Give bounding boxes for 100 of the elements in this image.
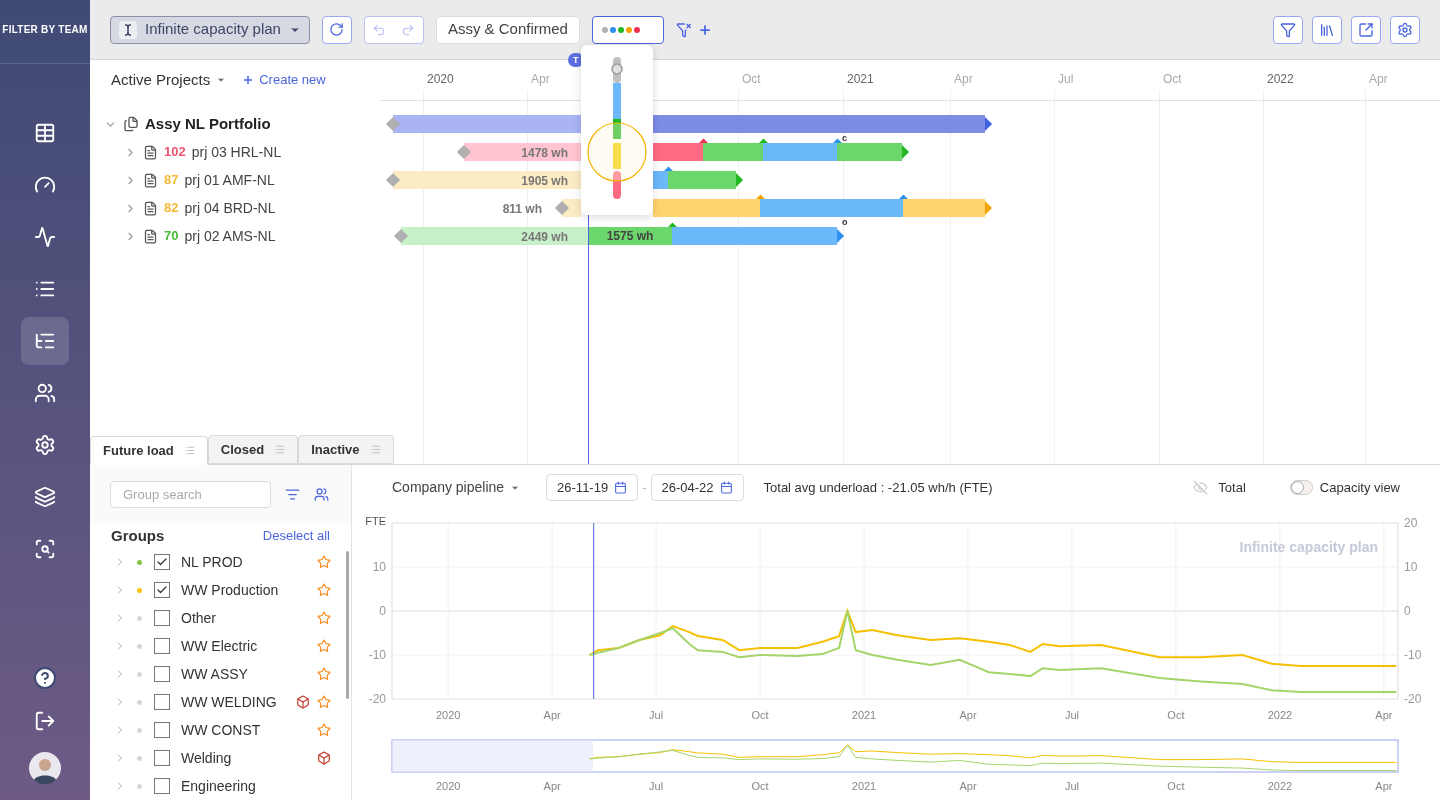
y-axis-title: FTE (365, 515, 386, 527)
checkbox[interactable] (154, 666, 170, 682)
group-row[interactable]: WW WELDING (90, 688, 351, 716)
checkbox[interactable] (154, 610, 170, 626)
group-name[interactable]: WW CONST (181, 719, 261, 741)
star-icon[interactable] (317, 611, 331, 625)
tab[interactable]: Future load (90, 436, 208, 465)
avatar[interactable] (29, 752, 61, 784)
checkbox[interactable] (154, 750, 170, 766)
bar-segment[interactable] (401, 227, 588, 245)
view-dropdown[interactable]: Active Projects (111, 68, 227, 92)
tab[interactable]: Closed (207, 435, 299, 464)
star-icon[interactable] (317, 723, 331, 737)
pulse-icon (34, 226, 56, 248)
status-filter-button[interactable] (591, 15, 664, 44)
load-label: 2449 wh (521, 229, 568, 246)
checkbox[interactable] (154, 722, 170, 738)
checkbox[interactable] (154, 778, 170, 794)
pipeline-dropdown[interactable]: Company pipeline (392, 477, 521, 498)
navigator-label: 2020 (435, 780, 461, 792)
x-axis-label: Apr (1375, 709, 1393, 721)
bar-segment[interactable] (464, 143, 581, 161)
scrollbar[interactable] (346, 551, 349, 699)
toolbar-button[interactable] (1351, 15, 1381, 44)
toolbar-button[interactable] (1312, 15, 1342, 44)
create-new-link[interactable]: Create new (242, 70, 326, 90)
star-icon[interactable] (317, 639, 331, 653)
portfolio-name[interactable]: Assy NL Portfolio (145, 112, 271, 136)
checkbox[interactable] (154, 554, 170, 570)
calendar-icon (719, 481, 733, 494)
tab[interactable]: Inactive (298, 435, 394, 464)
y-axis-label: -20 (1404, 692, 1422, 706)
layers-icon (34, 486, 56, 508)
milestone-note: c (842, 134, 847, 143)
load-label: 811 wh (502, 201, 542, 218)
group-name[interactable]: Other (181, 607, 216, 629)
group-name[interactable]: WW Production (181, 579, 279, 601)
y-axis-label: 0 (379, 604, 386, 618)
timeline-label: Apr (954, 71, 973, 88)
project-score: 70 (164, 227, 179, 246)
project-name[interactable]: prj 04 BRD-NL (184, 197, 276, 219)
star-icon[interactable] (317, 583, 331, 597)
group-name[interactable]: WW ASSY (181, 663, 248, 685)
group-row[interactable]: Engineering (90, 772, 351, 800)
toolbar-button[interactable] (1273, 15, 1303, 44)
group-row[interactable]: WW Electric (90, 632, 351, 660)
date-field[interactable]: 26-04-22 (650, 474, 744, 501)
checkbox[interactable] (154, 638, 170, 654)
logout-icon[interactable] (34, 710, 56, 732)
chart-search-icon (34, 538, 56, 560)
group-row[interactable]: WW CONST (90, 716, 351, 744)
navigator-drawing[interactable] (391, 739, 1399, 773)
group-name[interactable]: Engineering (181, 775, 256, 797)
filter-button[interactable]: Assy & Confirmed (435, 15, 580, 44)
total-toggle[interactable]: Total (1193, 477, 1246, 498)
star-icon[interactable] (317, 695, 331, 709)
x-axis-label: Jul (649, 709, 664, 721)
group-name[interactable]: WW Electric (181, 635, 258, 657)
group-search-field[interactable]: Group search (110, 480, 271, 508)
project-score: 102 (164, 143, 186, 162)
group-row[interactable]: NL PROD (90, 548, 351, 576)
capacity-switch[interactable] (1289, 480, 1313, 495)
navigator-label: 2021 (851, 780, 877, 792)
group-row[interactable]: Other (90, 604, 351, 632)
refresh-button[interactable] (321, 15, 352, 44)
star-icon[interactable] (317, 667, 331, 681)
group-row[interactable]: WW ASSY (90, 660, 351, 688)
help-icon[interactable] (33, 666, 57, 690)
x-axis-label: 2020 (435, 709, 461, 721)
toolbar-button[interactable] (1390, 15, 1420, 44)
project-score: 87 (164, 171, 179, 190)
sort-icon[interactable] (285, 486, 300, 502)
y-axis-label: 20 (1404, 516, 1418, 530)
group-row[interactable]: Welding (90, 744, 351, 772)
navigator-label: Apr (959, 780, 977, 792)
nav-item[interactable] (21, 317, 69, 365)
plan-dropdown[interactable]: Infinite capacity plan (110, 15, 310, 44)
navigator-label: Oct (1167, 780, 1185, 792)
star-icon[interactable] (317, 555, 331, 569)
add-icon[interactable] (697, 22, 712, 37)
group-name[interactable]: NL PROD (181, 551, 243, 573)
drag-icon (183, 445, 195, 456)
project-name[interactable]: prj 03 HRL-NL (191, 141, 282, 163)
project-name[interactable]: prj 01 AMF-NL (184, 169, 275, 191)
date-field[interactable]: 26-11-19 (546, 474, 639, 501)
sidebar-title: FILTER BY TEAM (2, 23, 88, 37)
timeline-label: Oct (742, 71, 761, 88)
y-axis-label: 10 (1404, 560, 1418, 574)
group-name[interactable]: WW WELDING (181, 691, 277, 713)
bar-segment[interactable]: 1575 wh (588, 227, 672, 245)
users-icon[interactable] (314, 486, 329, 502)
group-row[interactable]: WW Production (90, 576, 351, 604)
group-name[interactable]: Welding (181, 747, 232, 769)
capacity-view-label: Capacity view (1319, 478, 1400, 497)
deselect-all-link[interactable]: Deselect all (262, 526, 330, 546)
checkbox[interactable] (154, 694, 170, 710)
project-name[interactable]: prj 02 AMS-NL (184, 225, 276, 247)
bar-segment[interactable] (393, 171, 581, 189)
filter-clear-icon[interactable] (675, 21, 692, 38)
checkbox[interactable] (154, 582, 170, 598)
